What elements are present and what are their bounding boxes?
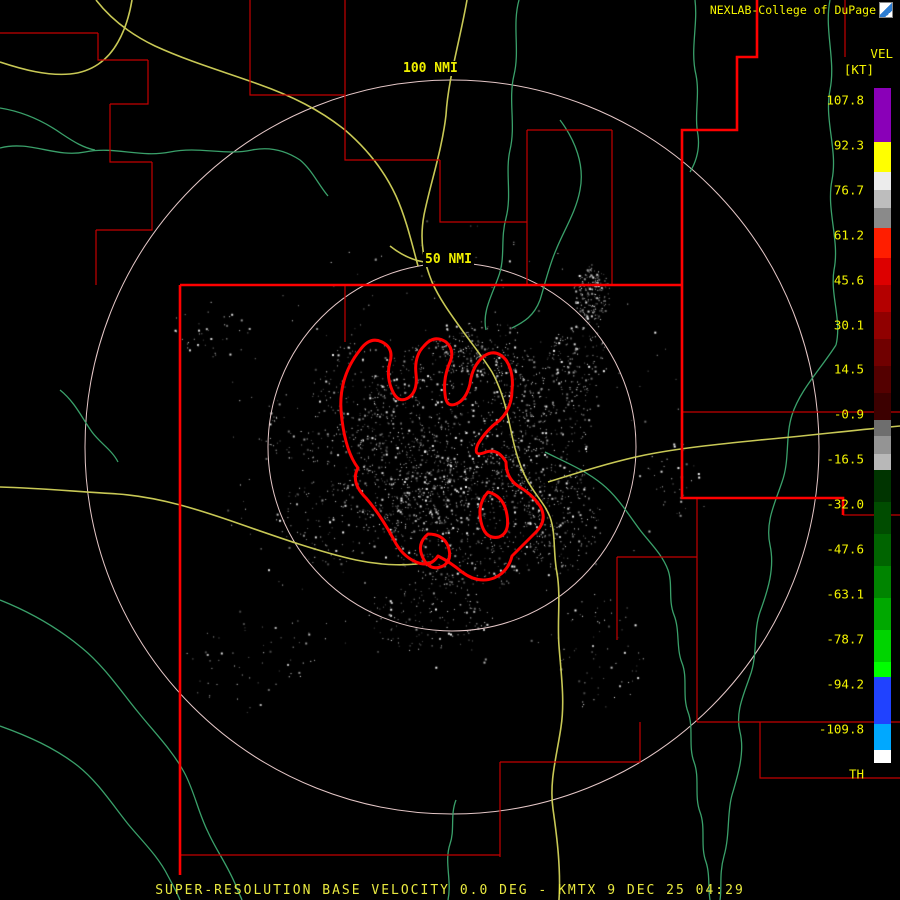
colorbar-segment <box>874 724 891 750</box>
highway-lines <box>0 0 900 900</box>
colorbar-segment <box>874 677 891 724</box>
colorbar-segment <box>874 420 891 436</box>
colorbar-segment <box>874 436 891 454</box>
range-ring-50nmi <box>267 262 637 632</box>
colorbar-segment <box>874 190 891 208</box>
range-label-50nmi: 50 NMI <box>423 252 474 267</box>
colorbar-segment <box>874 208 891 228</box>
colorbar-segment <box>874 662 891 677</box>
colorbar-segment <box>874 88 891 142</box>
colorbar-segment <box>874 285 891 312</box>
colorbar-segment <box>874 502 891 534</box>
site-title: NEXLAB-College of DuPage <box>709 3 876 17</box>
range-rings <box>84 79 820 815</box>
county-borders <box>0 0 900 857</box>
cod-logo-icon[interactable] <box>879 2 893 18</box>
colorbar-segment <box>874 142 891 172</box>
colorbar-segment <box>874 228 891 258</box>
range-ring-100nmi <box>84 79 820 815</box>
colorbar-segment <box>874 393 891 420</box>
radar-display: NEXLAB-College of DuPage VEL [KT] 107.8 9… <box>0 0 900 900</box>
great-salt-lake-outline <box>339 337 545 582</box>
colorbar <box>874 88 891 764</box>
colorbar-segment <box>874 750 891 763</box>
colorbar-segment <box>874 534 891 566</box>
colorbar-unit-label: [KT] <box>843 62 874 77</box>
colorbar-segment <box>874 366 891 393</box>
product-status-line: SUPER-RESOLUTION BASE VELOCITY 0.0 DEG -… <box>155 883 745 898</box>
colorbar-segment <box>874 454 891 470</box>
colorbar-segment <box>874 470 891 502</box>
range-label-100nmi: 100 NMI <box>401 61 460 76</box>
colorbar-segment <box>874 258 891 285</box>
colorbar-segment <box>874 339 891 366</box>
colorbar-segment <box>874 312 891 339</box>
colorbar-segment <box>874 630 891 662</box>
radar-map <box>0 0 900 900</box>
colorbar-segment <box>874 598 891 630</box>
colorbar-segment <box>874 566 891 598</box>
colorbar-product-label: VEL <box>870 46 893 61</box>
colorbar-segment <box>874 172 891 190</box>
river-lines <box>0 0 839 900</box>
